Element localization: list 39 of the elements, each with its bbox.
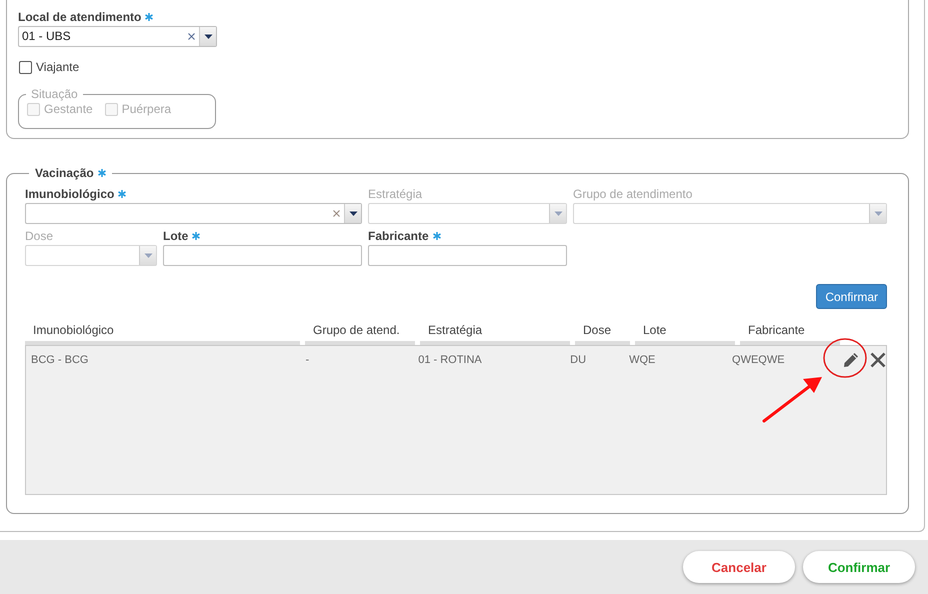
clear-icon[interactable] [333, 210, 340, 217]
confirm-button[interactable]: Confirmar [803, 551, 915, 583]
group-title: Vacinação [35, 166, 94, 180]
table-cell-text: DU [569, 354, 588, 366]
checkbox-label: Viajante [36, 60, 80, 74]
dropdown-button[interactable] [344, 204, 361, 223]
select-field[interactable]: 01 - UBS [18, 26, 217, 47]
confirm-button[interactable]: Confirmar [816, 284, 887, 309]
group-title: Situação [30, 87, 79, 101]
table-cell-text: 01 - ROTINA [417, 354, 483, 366]
caret-icon [144, 252, 152, 258]
select-field[interactable] [25, 203, 362, 224]
input-field[interactable] [163, 245, 362, 266]
field-label: Grupo de atendimento [573, 187, 692, 201]
field-label: Fabricante [368, 229, 429, 243]
dropdown-button[interactable] [199, 27, 216, 46]
delete-icon[interactable] [870, 352, 886, 368]
table-cell-text: - [304, 354, 310, 366]
checkbox[interactable] [19, 60, 32, 74]
caret-icon [874, 210, 882, 216]
caret-icon [348, 210, 358, 216]
caret-icon [204, 34, 212, 40]
checkbox-label: Gestante [44, 102, 93, 116]
input-field[interactable] [368, 245, 567, 266]
field-label: Estratégia [368, 187, 422, 201]
caret-icon [554, 210, 562, 216]
cancel-button[interactable]: Cancelar [683, 551, 795, 583]
edit-icon[interactable] [843, 352, 859, 368]
table-cell-text: WQE [628, 354, 656, 366]
checkbox-label: Puérpera [122, 102, 172, 116]
highlight-circle [823, 338, 867, 378]
field-label: Dose [25, 229, 54, 243]
pointer-arrow [762, 377, 822, 422]
table-cell-text: BCG - BCG [30, 354, 90, 366]
field-label: Lote [163, 229, 188, 243]
field-label: Imunobiológico [25, 187, 114, 201]
table-cell-text: QWEQWE [731, 354, 786, 366]
field-label: Local de atendimento [18, 10, 142, 24]
clear-icon[interactable] [188, 33, 195, 40]
